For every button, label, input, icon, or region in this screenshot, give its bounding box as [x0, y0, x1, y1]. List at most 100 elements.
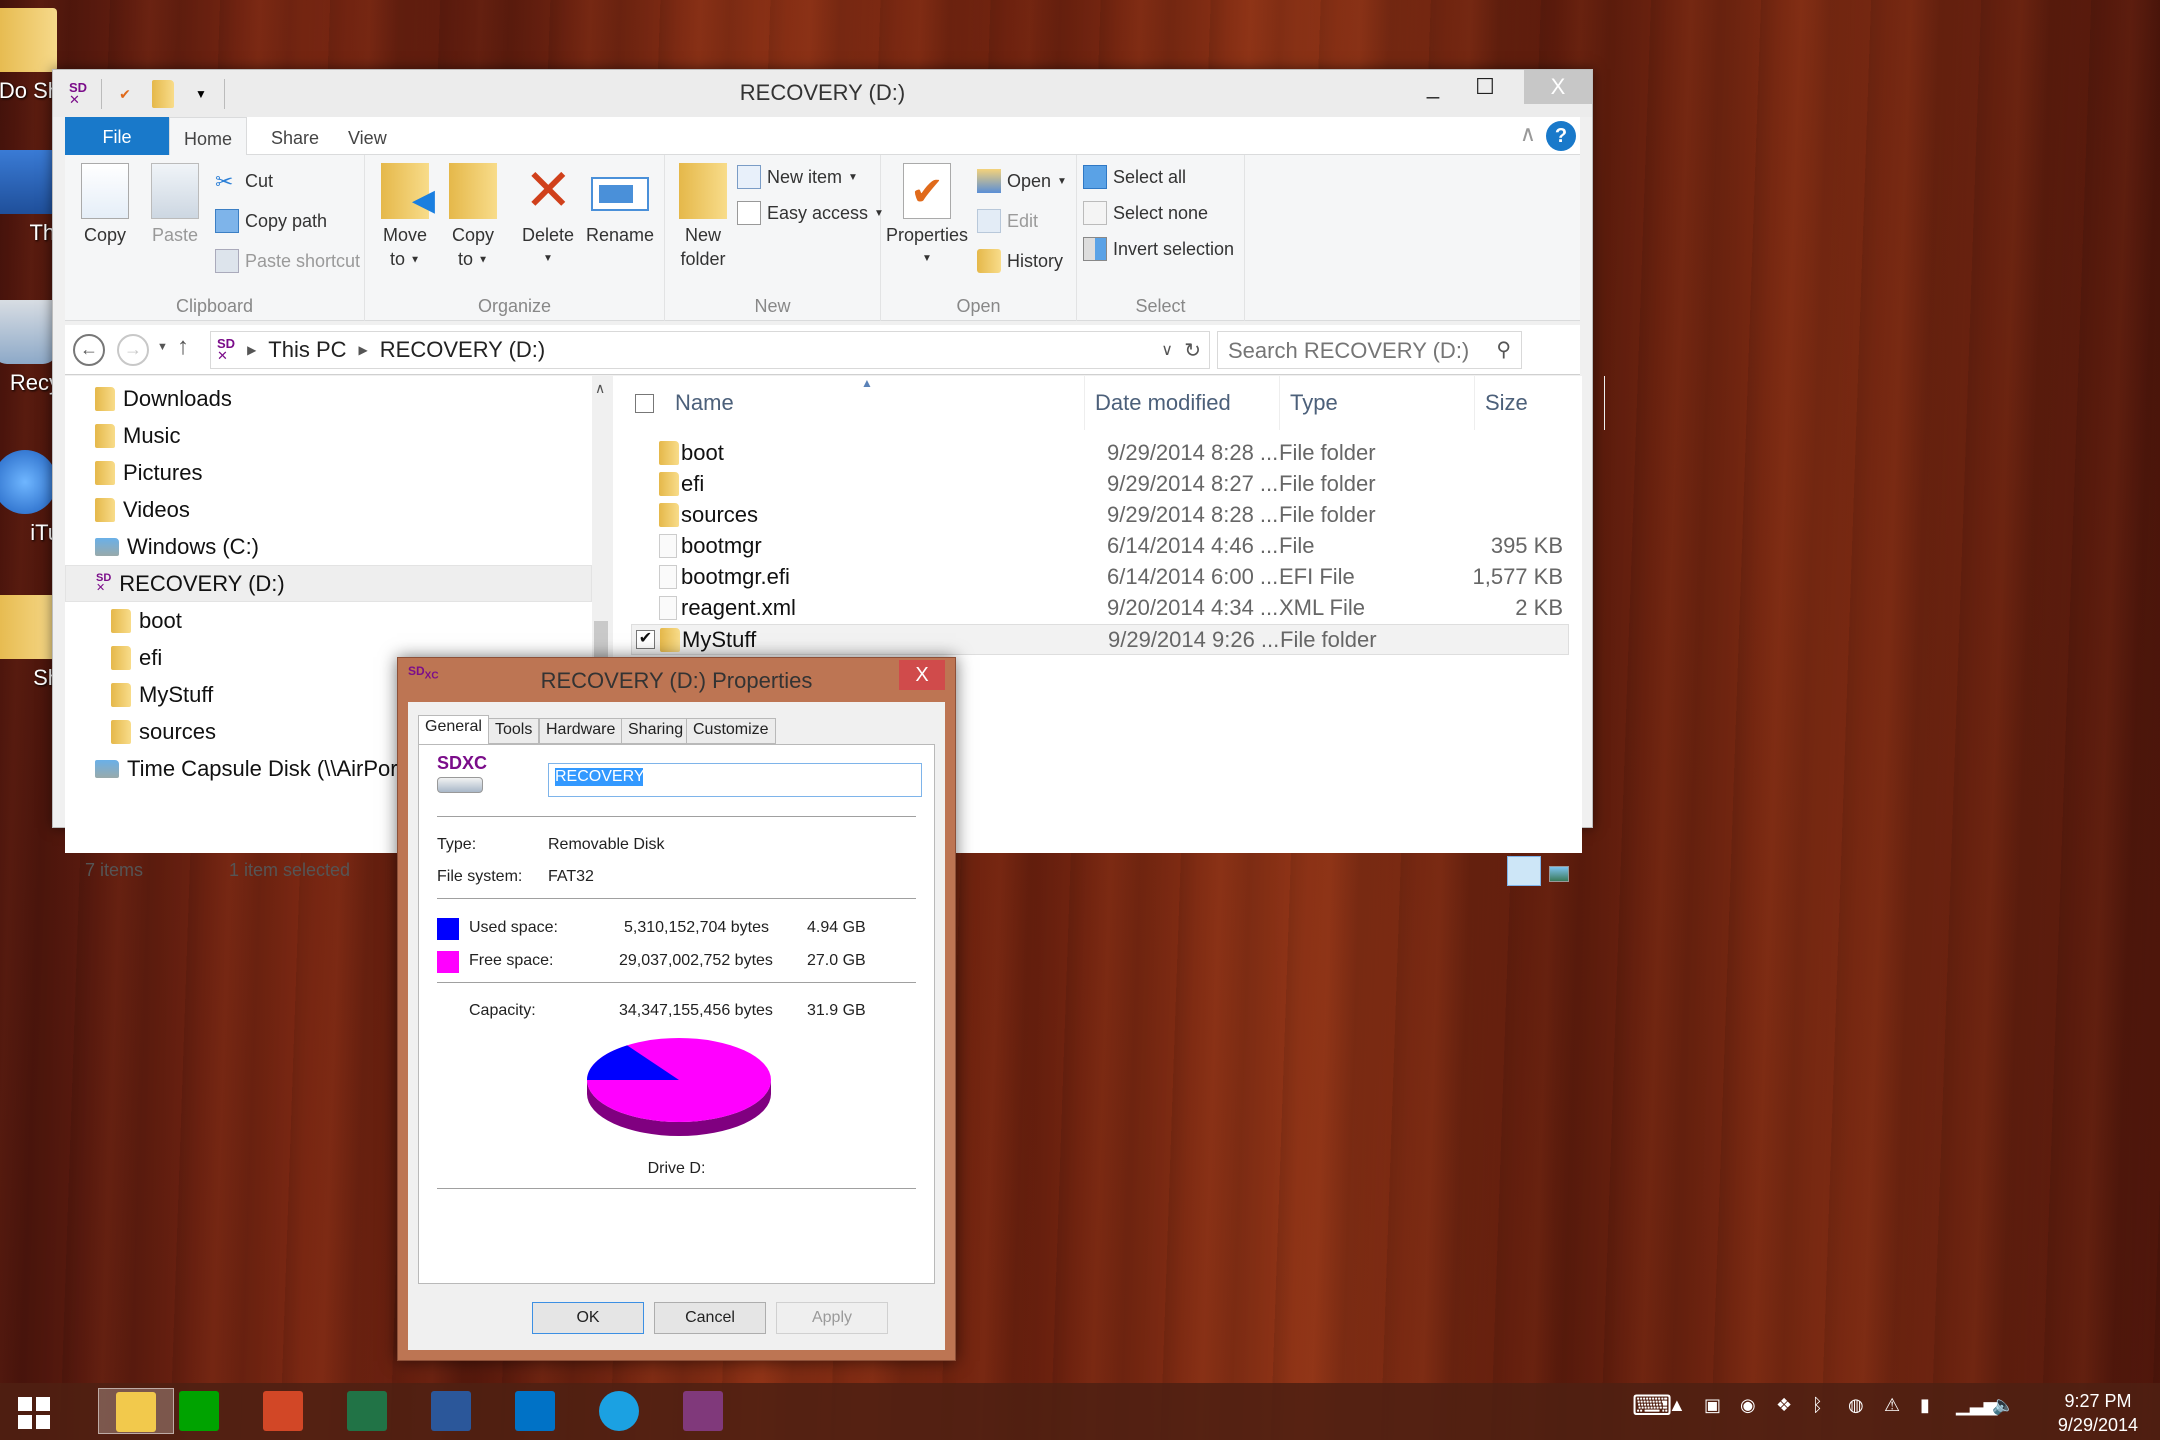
select-all-checkbox[interactable]	[635, 394, 654, 413]
cut-button[interactable]: ✂ Cut	[215, 169, 273, 194]
up-arrow-icon[interactable]: ↑	[177, 333, 189, 361]
file-row[interactable]: sources 9/29/2014 8:28 ... File folder	[631, 500, 1569, 531]
column-header-name[interactable]: Name	[665, 376, 1085, 430]
help-icon[interactable]: ?	[1546, 121, 1576, 151]
volume-name-field[interactable]	[548, 763, 922, 797]
cancel-button[interactable]: Cancel	[654, 1302, 766, 1334]
new-item-button[interactable]: New item ▼	[737, 165, 858, 189]
breadcrumb-separator-icon[interactable]: ▶	[247, 343, 256, 357]
copy-to-button[interactable]: Copy to ▼	[443, 163, 503, 272]
taskbar-powerpoint[interactable]	[260, 1388, 306, 1434]
volume-icon[interactable]: 🔈	[1992, 1395, 2014, 1416]
used-space-gb: 4.94 GB	[807, 919, 866, 936]
search-input[interactable]	[1228, 338, 1478, 364]
paste-shortcut-button[interactable]: Paste shortcut	[215, 249, 360, 273]
invert-selection-button[interactable]: Invert selection	[1083, 237, 1234, 261]
power-icon[interactable]: ▮	[1920, 1395, 1930, 1416]
minimize-button[interactable]: _	[1410, 70, 1456, 104]
nav-item[interactable]: Pictures	[65, 454, 592, 491]
new-folder-button[interactable]: New folder	[673, 163, 733, 271]
touch-keyboard-icon[interactable]: ⌨	[1632, 1389, 1672, 1422]
file-row[interactable]: bootmgr 6/14/2014 4:46 ... File 395 KB	[631, 531, 1569, 562]
maximize-button[interactable]: ☐	[1462, 70, 1508, 104]
row-checkbox[interactable]: ✔	[636, 630, 655, 649]
tab-share[interactable]: Share	[257, 117, 333, 155]
select-none-button[interactable]: Select none	[1083, 201, 1208, 225]
breadcrumb-separator-icon[interactable]: ▶	[359, 343, 368, 357]
tab-view[interactable]: View	[334, 117, 401, 155]
paste-button[interactable]: Paste	[145, 163, 205, 247]
taskbar-outlook[interactable]	[512, 1388, 558, 1434]
nav-item[interactable]: boot	[65, 602, 592, 639]
recent-locations-icon[interactable]: ▼	[157, 341, 168, 353]
file-row[interactable]: efi 9/29/2014 8:27 ... File folder	[631, 469, 1569, 500]
taskbar-internet-explorer[interactable]	[596, 1388, 642, 1434]
tab-sharing[interactable]: Sharing	[621, 718, 691, 744]
network-globe-icon[interactable]: ◍	[1848, 1395, 1864, 1416]
select-all-button[interactable]: Select all	[1083, 165, 1186, 189]
file-row[interactable]: reagent.xml 9/20/2014 4:34 ... XML File 2 K…	[631, 593, 1569, 624]
file-type: File folder	[1279, 440, 1376, 465]
copy-button[interactable]: Copy	[75, 163, 135, 247]
clock[interactable]: 9:27 PM 9/29/2014	[2058, 1389, 2138, 1437]
back-button[interactable]: ←	[73, 334, 105, 366]
bluetooth-icon[interactable]: ᛒ	[1812, 1395, 1823, 1416]
easy-access-button[interactable]: Easy access ▼	[737, 201, 884, 225]
delete-button[interactable]: ✕ Delete ▼	[515, 162, 581, 271]
teamviewer-icon[interactable]: ◉	[1740, 1395, 1756, 1416]
nav-item[interactable]: Videos	[65, 491, 592, 528]
tab-hardware[interactable]: Hardware	[539, 718, 623, 744]
breadcrumb-this-pc[interactable]: This PC	[268, 337, 346, 363]
move-to-button[interactable]: ◀ Move to ▼	[375, 163, 435, 272]
large-icons-view-button[interactable]	[1543, 856, 1577, 886]
address-bar[interactable]: SD ✕ ▶ This PC ▶ RECOVERY (D:) ∨ ↻	[210, 331, 1210, 369]
copy-path-button[interactable]: Copy path	[215, 209, 327, 233]
edit-button[interactable]: Edit	[977, 209, 1038, 233]
nav-item[interactable]: Downloads	[65, 380, 592, 417]
collapse-ribbon-icon[interactable]: ∧	[1520, 121, 1536, 147]
column-header-date[interactable]: Date modified	[1085, 376, 1280, 430]
start-button[interactable]	[18, 1397, 50, 1429]
close-button[interactable]: X	[1524, 70, 1592, 104]
dropbox-icon[interactable]: ❖	[1776, 1395, 1792, 1416]
nav-item[interactable]: SD ✕ RECOVERY (D:)	[65, 565, 592, 602]
rename-button[interactable]: Rename	[585, 163, 655, 247]
search-icon[interactable]: ⚲	[1496, 337, 1511, 362]
search-box[interactable]: ⚲	[1217, 331, 1522, 369]
action-center-warning-icon[interactable]: ⚠	[1884, 1395, 1900, 1416]
nav-item[interactable]: Music	[65, 417, 592, 454]
file-row[interactable]: ✔ MyStuff 9/29/2014 9:26 ... File folder	[631, 624, 1569, 655]
tab-customize[interactable]: Customize	[686, 718, 776, 744]
forward-button[interactable]: →	[117, 334, 149, 366]
open-button[interactable]: Open ▼	[977, 169, 1067, 193]
file-row[interactable]: boot 9/29/2014 8:28 ... File folder	[631, 438, 1569, 469]
details-view-button[interactable]	[1507, 856, 1541, 886]
tab-home[interactable]: Home	[169, 117, 248, 156]
taskbar-excel[interactable]	[344, 1388, 390, 1434]
properties-button[interactable]: ✔ Properties ▼	[885, 163, 969, 271]
taskbar-word[interactable]	[428, 1388, 474, 1434]
apply-button[interactable]: Apply	[776, 1302, 888, 1334]
column-header-size[interactable]: Size	[1475, 376, 1605, 430]
nav-item[interactable]: Windows (C:)	[65, 528, 592, 565]
tab-general[interactable]: General	[418, 715, 489, 745]
taskbar-store[interactable]	[176, 1388, 222, 1434]
usb-icon[interactable]: ▣	[1704, 1395, 1721, 1416]
show-hidden-icons-icon[interactable]: ▲	[1668, 1395, 1686, 1416]
history-button[interactable]: History	[977, 249, 1063, 273]
tab-tools[interactable]: Tools	[488, 718, 540, 744]
file-row[interactable]: bootmgr.efi 6/14/2014 6:00 ... EFI File 1,5…	[631, 562, 1569, 593]
refresh-icon[interactable]: ↻	[1184, 338, 1201, 363]
scroll-up-icon[interactable]: ∧	[595, 380, 605, 397]
taskbar-file-explorer[interactable]	[98, 1388, 174, 1434]
taskbar-onenote[interactable]	[680, 1388, 726, 1434]
breadcrumb-recovery[interactable]: RECOVERY (D:)	[380, 337, 545, 363]
address-dropdown-icon[interactable]: ∨	[1161, 340, 1173, 360]
title-bar[interactable]: SD ✕ ✔ ▼ RECOVERY (D:) _ ☐ X	[53, 70, 1592, 117]
large-icons-icon	[1549, 866, 1569, 882]
ok-button[interactable]: OK	[532, 1302, 644, 1334]
volume-name-input[interactable]	[555, 768, 643, 786]
column-header-type[interactable]: Type	[1280, 376, 1475, 430]
tab-file[interactable]: File	[65, 117, 169, 155]
dialog-close-button[interactable]: X	[899, 660, 945, 690]
